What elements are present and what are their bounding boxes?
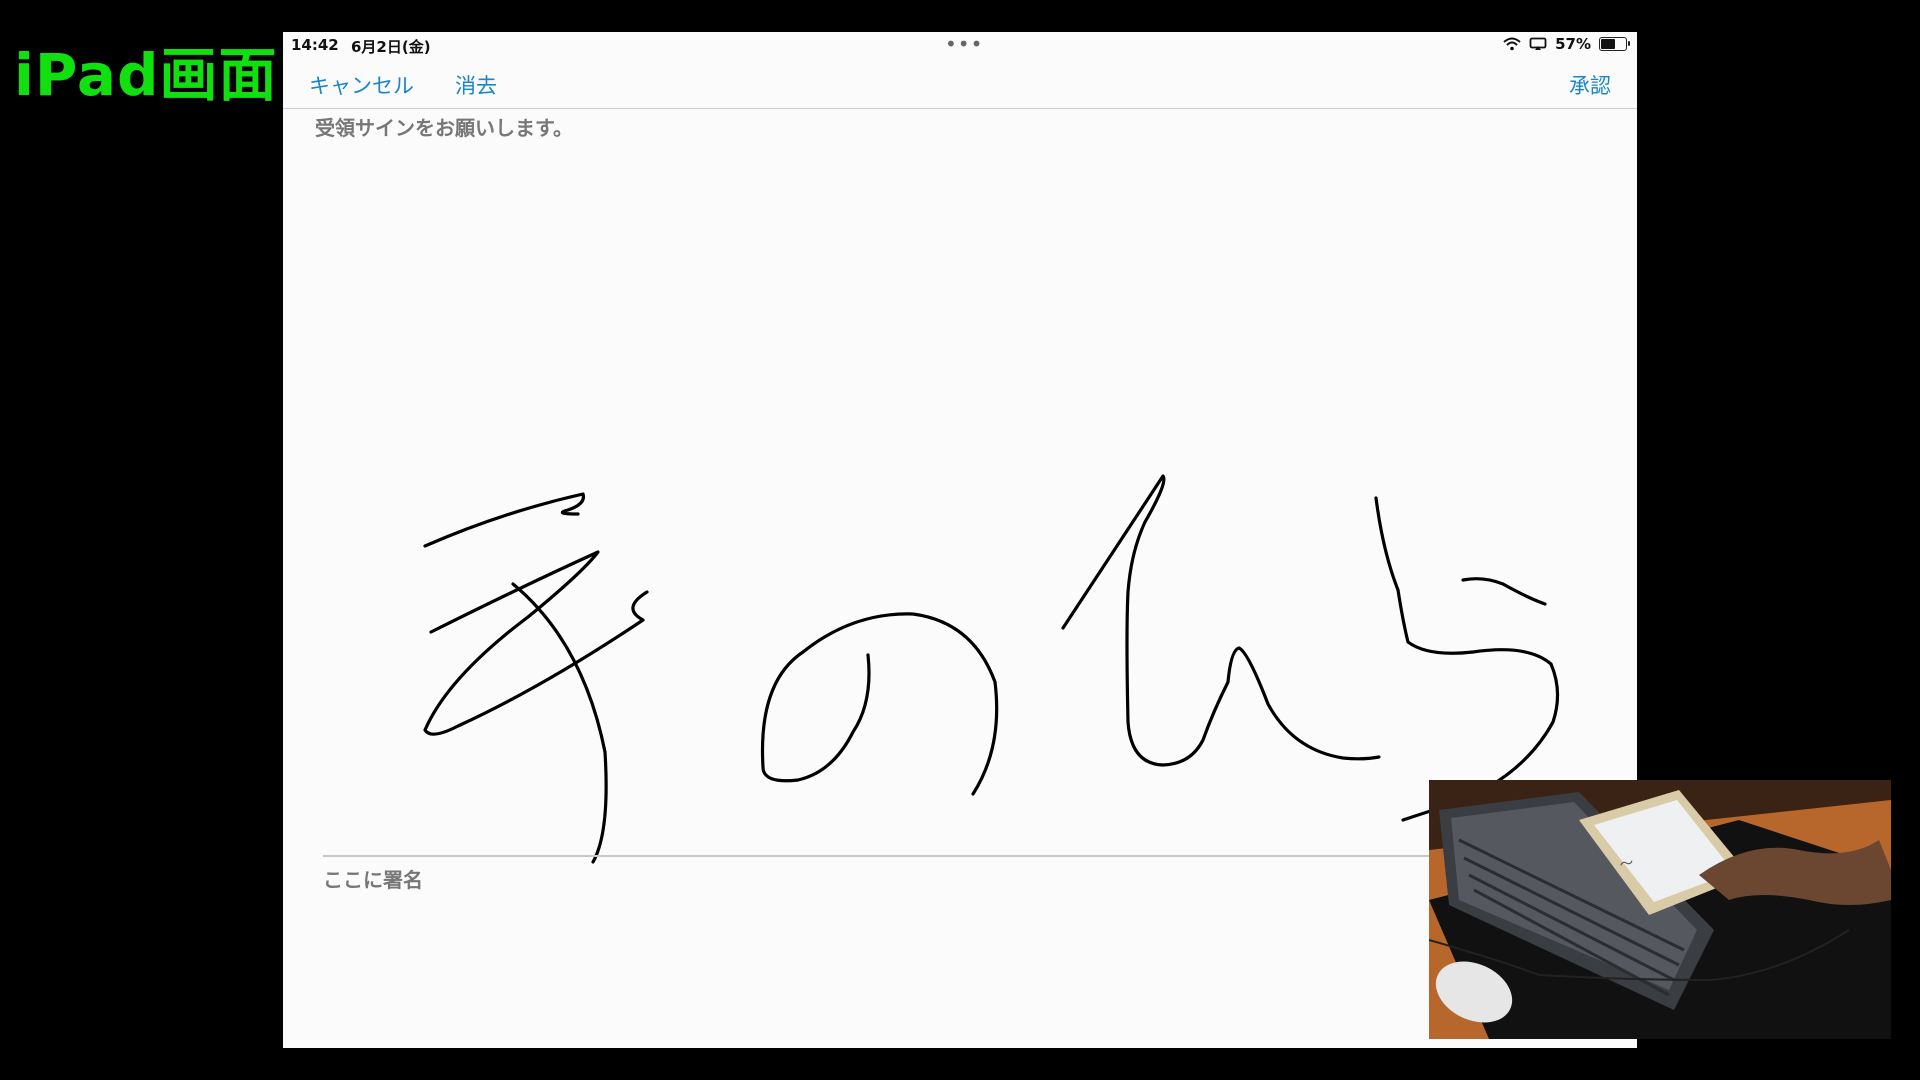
signature-line	[323, 855, 1603, 857]
ipad-screen-label: iPad画面	[14, 41, 278, 109]
camera-inset: 〜	[1429, 780, 1891, 1039]
sign-here-label: ここに署名	[323, 868, 423, 892]
handwritten-signature	[423, 474, 1560, 864]
camera-scene: 〜	[1429, 780, 1891, 1039]
